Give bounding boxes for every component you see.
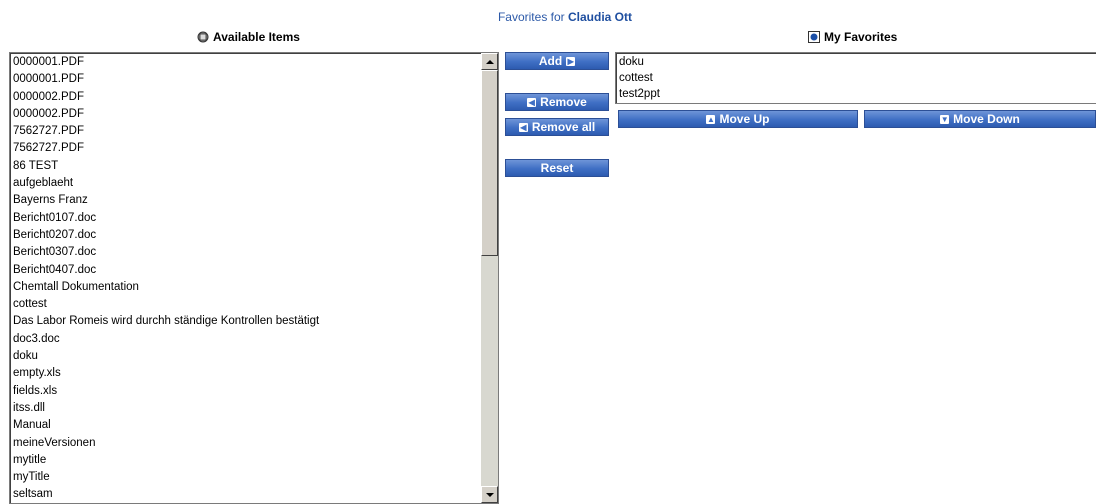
remove-button[interactable]: ◀ Remove [505,93,609,111]
list-item[interactable]: mytitle [12,452,480,469]
move-up-label: Move Up [719,112,770,126]
page-title: Favorites for Claudia Ott [0,10,1096,24]
list-item[interactable]: Chemtall Dokumentation [12,279,480,296]
reset-button[interactable]: Reset [505,159,609,177]
move-up-button[interactable]: ▲ Move Up [618,110,858,128]
list-item[interactable]: cottest [12,296,480,313]
scroll-thumb[interactable] [481,70,498,256]
arrow-left-icon: ◀ [518,122,528,132]
reset-label: Reset [540,161,574,175]
list-item[interactable]: 7562727.PDF [12,123,480,140]
remove-all-label: Remove all [531,120,596,134]
favorites-icon [808,31,820,43]
available-items-title: Available Items [213,30,300,44]
move-down-label: Move Down [953,112,1020,126]
remove-all-button[interactable]: ◀ Remove all [505,118,609,136]
list-item[interactable]: 0000001.PDF [12,71,480,88]
list-item[interactable]: test2ppt [618,86,1096,102]
list-item[interactable]: aufgeblaeht [12,175,480,192]
available-items-list[interactable]: 0000001.PDF 0000001.PDF 0000002.PDF 0000002… [9,52,499,504]
list-item[interactable]: itss.dll [12,400,480,417]
arrow-right-icon: ▶ [566,56,576,66]
list-item[interactable]: doc3.doc [12,331,480,348]
list-item[interactable]: myTitle [12,469,480,486]
available-items-container: 0000001.PDF 0000001.PDF 0000002.PDF 0000002… [12,54,480,503]
list-item[interactable]: cottest [618,70,1096,86]
list-item[interactable]: seltsam [12,486,480,503]
available-items-header: Available Items [197,30,300,44]
list-item[interactable]: Bericht0307.doc [12,244,480,261]
scroll-up-button[interactable] [481,53,498,70]
list-item[interactable]: doku [12,348,480,365]
list-item[interactable]: fields.xls [12,383,480,400]
move-down-button[interactable]: ▼ Move Down [864,110,1096,128]
list-item[interactable]: Bericht0207.doc [12,227,480,244]
my-favorites-header: My Favorites [808,30,897,44]
list-item[interactable]: doku [618,54,1096,70]
list-item[interactable]: Das Labor Romeis wird durchh ständige Ko… [12,313,480,330]
list-item[interactable]: Bericht0107.doc [12,210,480,227]
remove-label: Remove [540,95,587,109]
arrow-down-icon [485,492,494,497]
my-favorites-list[interactable]: doku cottest test2ppt [615,52,1096,104]
items-icon [197,31,209,43]
list-item[interactable]: 0000001.PDF [12,54,480,71]
list-item[interactable]: 0000002.PDF [12,89,480,106]
arrow-up-icon: ▲ [706,114,716,124]
scroll-down-button[interactable] [481,486,498,503]
my-favorites-title: My Favorites [824,30,898,44]
list-item[interactable]: 7562727.PDF [12,140,480,157]
list-item[interactable]: empty.xls [12,365,480,382]
list-item[interactable]: meineVersionen [12,435,480,452]
add-label: Add [538,54,563,68]
list-item[interactable]: Manual [12,417,480,434]
favorites-prefix: Favorites for [497,10,565,24]
user-name: Claudia Ott [568,10,633,24]
add-button[interactable]: Add ▶ [505,52,609,70]
favorites-items-container: doku cottest test2ppt [618,54,1096,102]
arrow-left-icon: ◀ [527,97,537,107]
list-item[interactable]: Bericht0407.doc [12,262,480,279]
list-item[interactable]: Bayerns Franz [12,192,480,209]
arrow-down-icon: ▼ [940,114,950,124]
available-items-scrollbar[interactable] [481,53,498,503]
list-item[interactable]: 86 TEST [12,158,480,175]
arrow-up-icon [485,59,494,64]
list-item[interactable]: 0000002.PDF [12,106,480,123]
